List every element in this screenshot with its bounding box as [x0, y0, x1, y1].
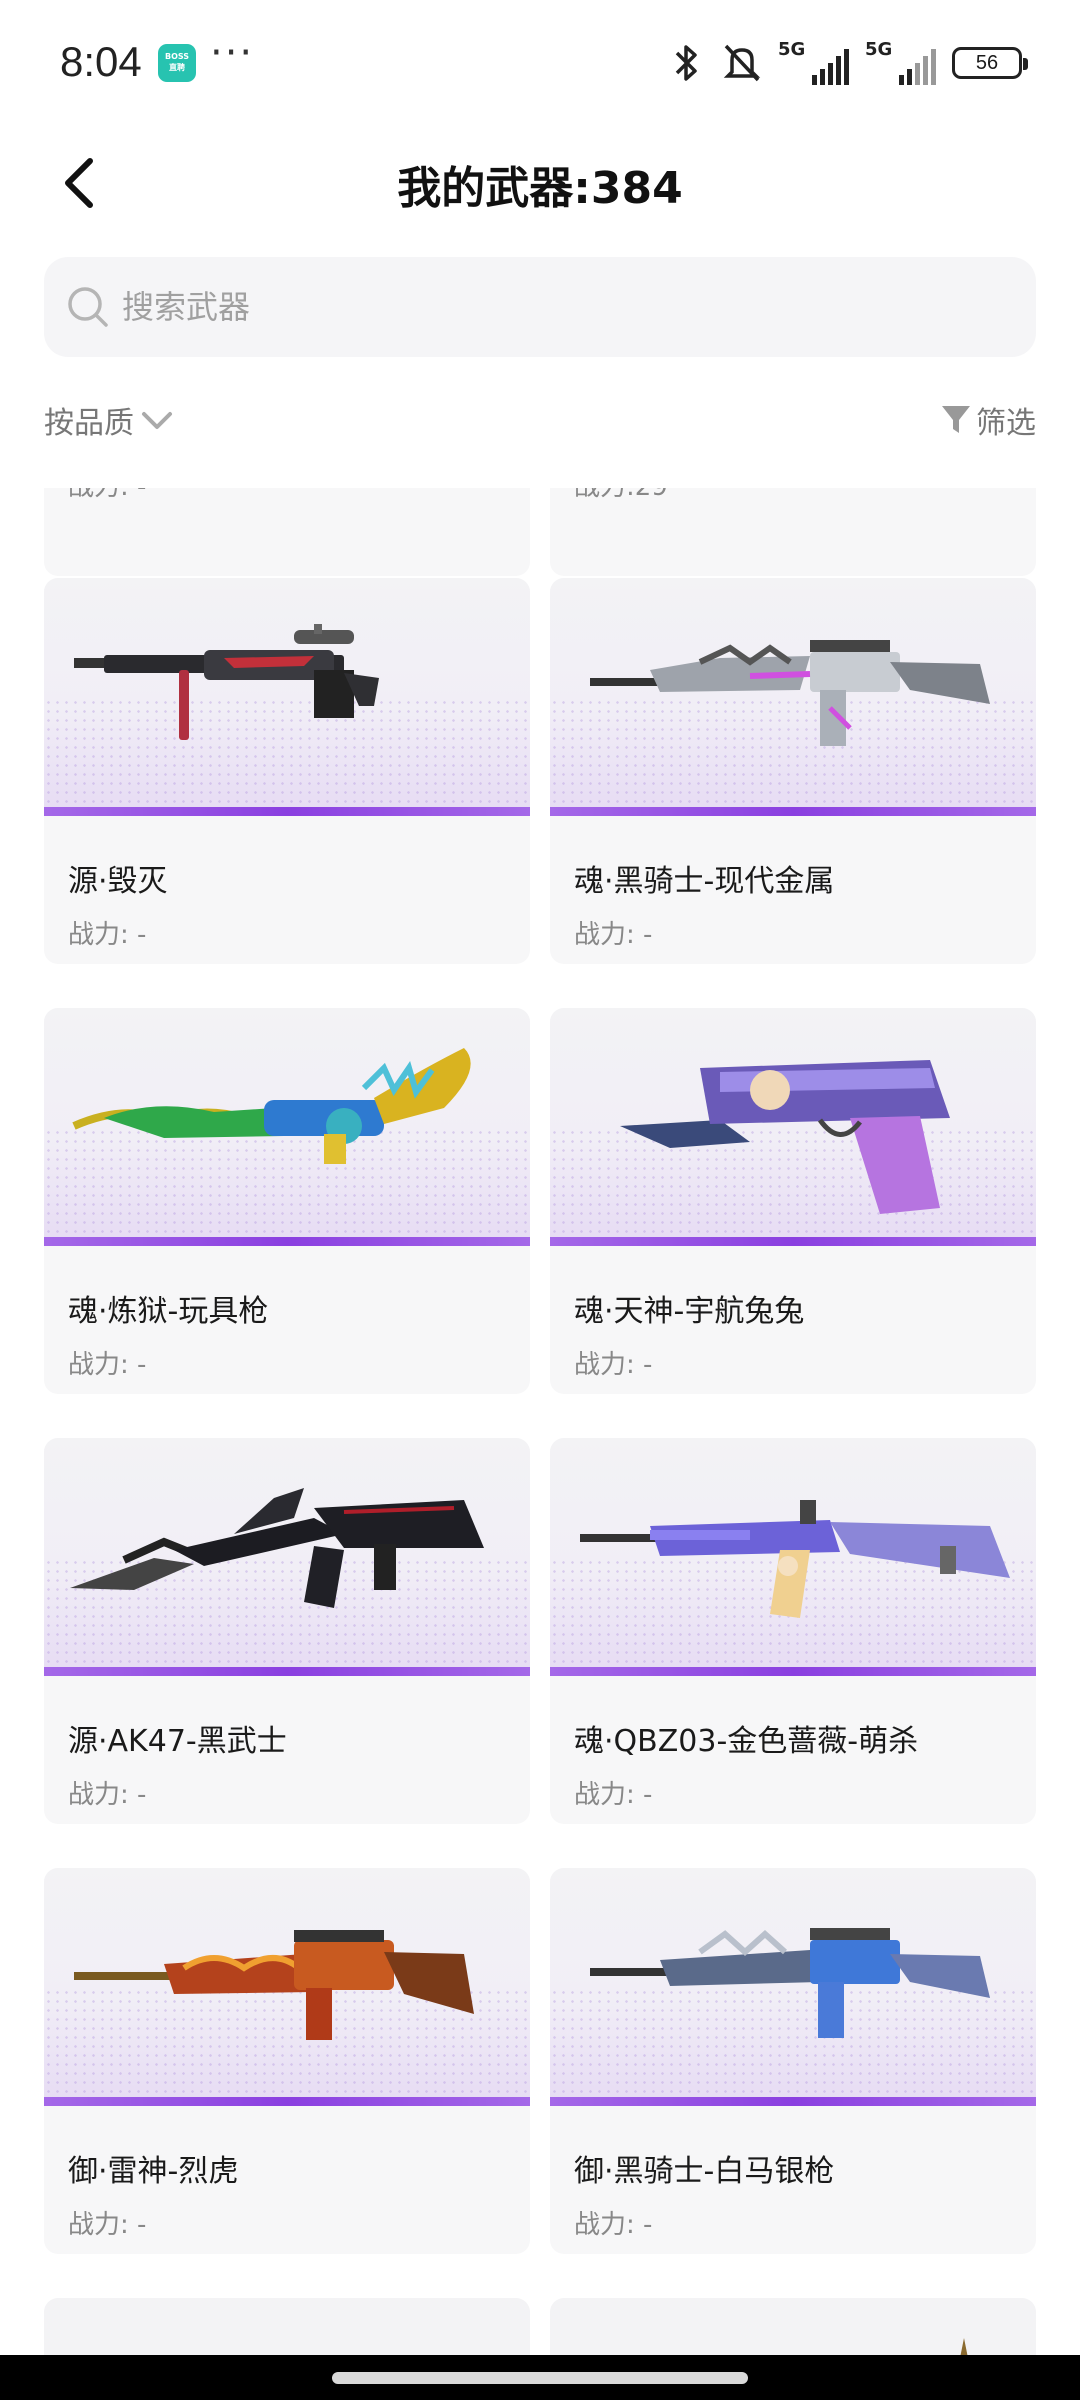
- network-type-label: 5G: [778, 39, 806, 60]
- weapon-power: 战力: -: [68, 488, 146, 503]
- weapon-image-area: [44, 1438, 530, 1676]
- weapon-power: 战力: -: [574, 2210, 653, 2240]
- sniper-rifle-image: [74, 624, 379, 740]
- ak47-rifle-image: [70, 1488, 484, 1608]
- weapon-image-area: [550, 1868, 1036, 2106]
- weapon-power: 战力: -: [574, 1780, 653, 1810]
- weapon-card[interactable]: 御·雷神-烈虎 战力: -: [44, 1868, 530, 2254]
- weapon-power: 战力: -: [68, 2210, 147, 2240]
- weapon-power: 战力:29: [574, 488, 668, 503]
- weapon-card-partial[interactable]: [550, 2298, 1036, 2355]
- boss-app-badge-text: BOSS直聘: [164, 52, 190, 72]
- filter-label: 筛选: [976, 406, 1036, 441]
- header: 我的武器:384: [0, 128, 1080, 240]
- battery-level: 56: [975, 51, 999, 74]
- signal-1-icon: 5G: [778, 39, 849, 85]
- weapon-image-area: [44, 578, 530, 816]
- signal-2-icon: 5G: [865, 39, 936, 85]
- home-indicator[interactable]: [332, 2372, 748, 2384]
- weapon-power: 战力: -: [68, 1350, 147, 1380]
- chevron-down-icon: [142, 412, 172, 429]
- weapon-image-area: [44, 1868, 530, 2106]
- weapon-image-area: [550, 1438, 1036, 1676]
- search-bar[interactable]: [44, 257, 1036, 357]
- weapon-power: 战力: -: [68, 920, 147, 950]
- weapon-name: 源·AK47-黑武士: [68, 1724, 287, 1759]
- pistol-image: [620, 1060, 950, 1214]
- navigation-bar: [0, 2355, 1080, 2400]
- weapon-name: 魂·炼狱-玩具枪: [68, 1294, 269, 1329]
- weapon-name: 魂·QBZ03-金色蔷薇-萌杀: [574, 1724, 919, 1759]
- weapon-card-partial[interactable]: 战力:29: [550, 488, 1036, 576]
- weapon-name: 魂·黑骑士-现代金属: [574, 864, 835, 899]
- weapon-grid: 战力: - 战力:29 源·毁灭 战力: -: [0, 488, 1080, 2355]
- more-notifications-icon: ···: [210, 30, 255, 76]
- tiger-rifle-image: [74, 1930, 474, 2040]
- status-bar: 8:04 BOSS直聘 ··· 5G 5G 56: [0, 0, 1080, 128]
- weapon-power: 战力: -: [68, 1780, 147, 1810]
- silver-rifle-image: [590, 1928, 990, 2038]
- battery-icon: 56: [952, 47, 1028, 79]
- qbz03-rifle-image: [580, 1500, 1010, 1618]
- mute-bell-icon: [722, 41, 762, 85]
- weapon-card[interactable]: 魂·炼狱-玩具枪 战力: -: [44, 1008, 530, 1394]
- weapon-name: 魂·天神-宇航兔兔: [574, 1294, 805, 1329]
- weapon-image-area: [44, 1008, 530, 1246]
- weapon-card[interactable]: 魂·天神-宇航兔兔 战力: -: [550, 1008, 1036, 1394]
- weapon-name: 御·雷神-烈虎: [68, 2154, 239, 2189]
- filter-funnel-icon: [942, 406, 970, 433]
- weapon-image-partial: [960, 2338, 968, 2355]
- status-time: 8:04: [60, 38, 142, 85]
- weapon-name: 御·黑骑士-白马银枪: [574, 2154, 835, 2189]
- assault-rifle-image: [590, 640, 990, 746]
- filter-button[interactable]: 筛选: [940, 398, 1036, 442]
- weapon-power: 战力: -: [574, 920, 653, 950]
- weapon-card[interactable]: 魂·QBZ03-金色蔷薇-萌杀 战力: -: [550, 1438, 1036, 1824]
- search-icon: [68, 287, 108, 327]
- network-type-label: 5G: [865, 39, 893, 60]
- search-input[interactable]: [122, 288, 922, 326]
- sort-by-quality-button[interactable]: 按品质: [44, 398, 174, 442]
- bluetooth-icon: [666, 41, 706, 85]
- filter-row: 按品质 筛选: [44, 392, 1036, 452]
- weapon-name: 源·毁灭: [68, 864, 168, 899]
- weapon-image-area: [550, 578, 1036, 816]
- sort-label: 按品质: [44, 406, 134, 441]
- boss-app-icon: BOSS直聘: [158, 44, 196, 82]
- weapon-image-area: [550, 1008, 1036, 1246]
- weapon-card[interactable]: 御·黑骑士-白马银枪 战力: -: [550, 1868, 1036, 2254]
- weapon-card[interactable]: 源·AK47-黑武士 战力: -: [44, 1438, 530, 1824]
- weapon-card-partial[interactable]: 战力: -: [44, 488, 530, 576]
- weapon-card[interactable]: 源·毁灭 战力: -: [44, 578, 530, 964]
- weapon-power: 战力: -: [574, 1350, 653, 1380]
- weapon-card-partial[interactable]: [44, 2298, 530, 2355]
- page-title: 我的武器:384: [397, 163, 683, 214]
- dragon-rifle-image: [72, 1048, 471, 1164]
- status-icons: 5G 5G 56: [666, 39, 1028, 86]
- weapon-card[interactable]: 魂·黑骑士-现代金属 战力: -: [550, 578, 1036, 964]
